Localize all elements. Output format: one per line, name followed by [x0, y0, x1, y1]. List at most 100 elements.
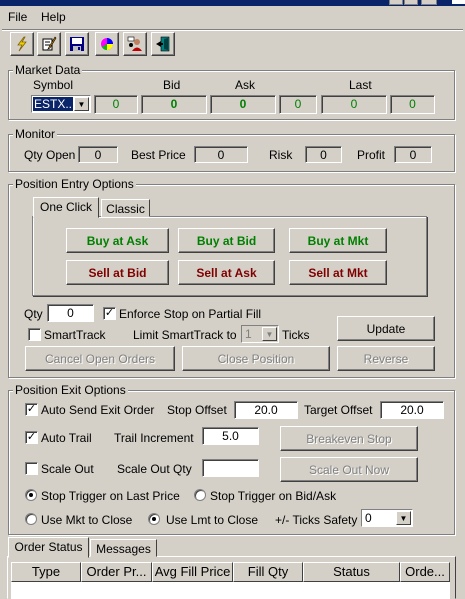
edit-icon [42, 36, 57, 51]
symbol-dropdown[interactable]: ESTX... ▼ [31, 95, 91, 113]
position-exit-title: Position Exit Options [13, 383, 128, 397]
enforce-stop-checkbox[interactable]: ✓ [103, 307, 116, 320]
users-icon [127, 36, 142, 51]
toolbar-save-button[interactable] [65, 32, 89, 56]
symbol-value: ESTX... [33, 97, 76, 111]
stop-offset-input[interactable]: 20.0 [234, 401, 298, 419]
maximize-button[interactable] [404, 0, 418, 5]
risk-field: 0 [305, 146, 342, 163]
order-status-list [11, 582, 450, 599]
close-position-button[interactable]: Close Position [182, 346, 330, 371]
scale-out-qty-input[interactable] [202, 459, 259, 477]
minimize-button[interactable] [389, 0, 403, 5]
bid-field: 0 [141, 95, 207, 114]
profit-label: Profit [357, 148, 386, 162]
bid-size-field: 0 [94, 95, 138, 114]
exit-icon [156, 36, 170, 52]
limit-smarttrack-value: 1 [245, 327, 252, 341]
auto-trail-checkbox[interactable]: ✓ [25, 431, 38, 444]
ask-field: 0 [210, 95, 276, 114]
target-offset-input[interactable]: 20.0 [380, 401, 444, 419]
qty-open-field: 0 [78, 146, 118, 163]
close-button[interactable] [421, 0, 437, 5]
sell-at-mkt-button[interactable]: Sell at Mkt [289, 260, 387, 285]
column-header-avg-fill-price[interactable]: Avg Fill Price [152, 562, 233, 582]
qty-open-label: Qty Open [24, 148, 76, 162]
scale-out-checkbox[interactable] [25, 462, 38, 475]
symbol-label: Symbol [33, 78, 74, 92]
use-mkt-close-label: Use Mkt to Close [41, 513, 133, 527]
lightning-icon [17, 36, 27, 52]
ticks-safety-value: 0 [365, 511, 372, 525]
last-label: Last [349, 78, 372, 92]
trigger-bid-ask-radio[interactable] [194, 489, 206, 501]
ticks-label: Ticks [282, 328, 310, 342]
column-header-fill-qty[interactable]: Fill Qty [233, 562, 303, 582]
toolbar-separator [2, 29, 463, 31]
use-lmt-close-label: Use Lmt to Close [166, 513, 259, 527]
breakeven-stop-button[interactable]: Breakeven Stop [280, 426, 418, 451]
ask-label: Ask [235, 78, 256, 92]
qty-label: Qty [24, 307, 43, 321]
trail-increment-input[interactable]: 5.0 [202, 427, 259, 445]
use-lmt-close-radio[interactable] [148, 513, 160, 525]
reverse-button[interactable]: Reverse [337, 346, 435, 371]
buy-at-mkt-button[interactable]: Buy at Mkt [289, 228, 387, 253]
update-button[interactable]: Update [337, 316, 435, 341]
save-icon [70, 37, 84, 51]
column-header-order-price[interactable]: Order Pr... [81, 562, 152, 582]
tab-order-status[interactable]: Order Status [8, 537, 89, 558]
ticks-safety-label: +/- Ticks Safety [275, 513, 358, 527]
sell-at-ask-button[interactable]: Sell at Ask [178, 260, 275, 285]
toolbar-edit-button[interactable] [37, 32, 61, 56]
target-offset-label: Target Offset [304, 403, 373, 417]
tab-messages[interactable]: Messages [90, 539, 157, 557]
column-header-type[interactable]: Type [11, 562, 81, 582]
last-size-field: 0 [390, 95, 435, 114]
cancel-open-orders-button[interactable]: Cancel Open Orders [25, 346, 175, 371]
best-price-field: 0 [194, 146, 248, 163]
bid-label: Bid [163, 78, 181, 92]
qty-input[interactable]: 0 [47, 304, 94, 322]
trigger-bid-ask-label: Stop Trigger on Bid/Ask [210, 489, 337, 503]
trail-increment-label: Trail Increment [114, 431, 194, 445]
ask-size-field: 0 [279, 95, 317, 114]
column-header-order[interactable]: Orde... [400, 562, 450, 582]
scale-out-now-button[interactable]: Scale Out Now [280, 457, 418, 482]
trigger-last-price-label: Stop Trigger on Last Price [41, 489, 180, 503]
toolbar-users-button[interactable] [123, 32, 147, 56]
menu-help[interactable]: Help [41, 10, 66, 24]
chevron-down-icon[interactable]: ▼ [396, 511, 411, 525]
menu-file[interactable]: File [8, 10, 27, 24]
toolbar-chart-button[interactable] [95, 32, 119, 56]
ticks-safety-dropdown[interactable]: 0 ▼ [361, 509, 413, 527]
window-corner [452, 0, 465, 4]
auto-trail-label: Auto Trail [41, 431, 92, 445]
chart-icon [101, 38, 113, 50]
auto-send-checkbox[interactable]: ✓ [25, 403, 38, 416]
monitor-title: Monitor [13, 127, 58, 141]
stop-offset-label: Stop Offset [167, 403, 227, 417]
position-entry-title: Position Entry Options [13, 177, 136, 191]
column-header-status[interactable]: Status [303, 562, 400, 582]
profit-field: 0 [394, 146, 432, 163]
limit-smarttrack-dropdown[interactable]: 1 ▼ [241, 325, 279, 343]
chevron-down-icon[interactable]: ▼ [262, 327, 277, 341]
best-price-label: Best Price [131, 148, 186, 162]
toolbar-exit-button[interactable] [151, 32, 175, 56]
menu-bar: File Help [0, 7, 465, 27]
toolbar-lightning-button[interactable] [10, 32, 34, 56]
buy-at-ask-button[interactable]: Buy at Ask [66, 228, 169, 253]
scale-out-qty-label: Scale Out Qty [117, 462, 192, 476]
chevron-down-icon[interactable]: ▼ [74, 97, 89, 111]
use-mkt-close-radio[interactable] [25, 513, 37, 525]
risk-label: Risk [269, 148, 293, 162]
tab-classic[interactable]: Classic [101, 199, 150, 217]
smarttrack-label: SmartTrack [44, 328, 106, 342]
smarttrack-checkbox[interactable] [28, 328, 41, 341]
enforce-stop-label: Enforce Stop on Partial Fill [119, 307, 262, 321]
buy-at-bid-button[interactable]: Buy at Bid [178, 228, 275, 253]
sell-at-bid-button[interactable]: Sell at Bid [66, 260, 169, 285]
tab-one-click[interactable]: One Click [33, 197, 99, 218]
trigger-last-price-radio[interactable] [25, 489, 37, 501]
